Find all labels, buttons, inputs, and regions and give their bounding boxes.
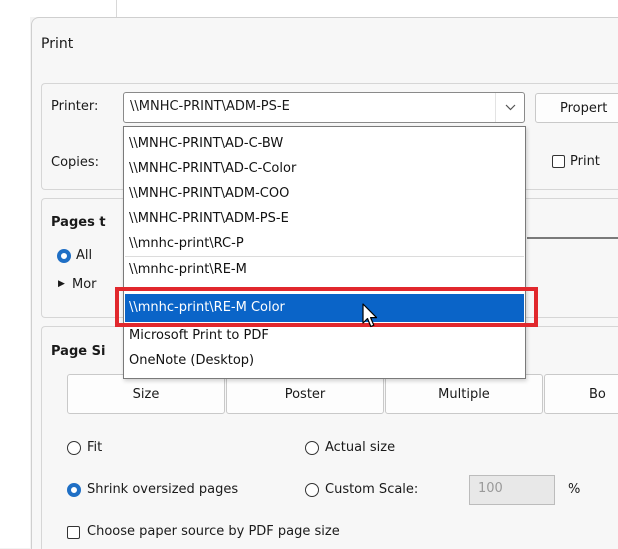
printer-select-value: \\MNHC-PRINT\ADM-PS-E [130, 99, 290, 114]
mouse-cursor-icon [362, 303, 378, 333]
tab-poster-label: Poster [284, 386, 326, 402]
printer-option[interactable]: \\MNHC-PRINT\ADM-PS-E [125, 207, 524, 230]
actual-size-label: Actual size [325, 440, 396, 455]
pages-title: Pages t [51, 215, 106, 230]
printer-option[interactable]: \\MNHC-PRINT\ADM-COO [125, 182, 524, 205]
custom-scale-input[interactable]: 100 [469, 475, 555, 505]
printer-option[interactable]: Microsoft Print to PDF [125, 324, 524, 347]
shrink-radio[interactable] [67, 483, 81, 497]
copies-label: Copies: [51, 155, 100, 170]
print-checkbox-label: Print [570, 154, 600, 169]
paper-source-checkbox[interactable] [67, 526, 80, 539]
pages-all-label: All [76, 248, 93, 263]
more-options-label[interactable]: Mor [72, 277, 97, 292]
chevron-down-icon[interactable] [495, 93, 524, 122]
background-divider [116, 0, 117, 17]
tab-size[interactable]: Size [67, 374, 225, 414]
properties-button[interactable]: Propert [535, 93, 618, 123]
background-window-edge [0, 0, 30, 548]
tab-size-label: Size [132, 386, 160, 402]
pages-all-radio[interactable] [57, 249, 71, 263]
percent-label: % [568, 482, 581, 497]
custom-scale-radio[interactable] [305, 483, 319, 497]
expand-triangle-icon[interactable]: ▶ [58, 279, 65, 289]
tab-multiple-label: Multiple [438, 386, 490, 402]
dropdown-separator [125, 256, 524, 257]
pages-range-underline [527, 237, 618, 239]
printer-option[interactable]: \\mnhc-print\RC-P [125, 232, 524, 255]
page-size-title: Page Si [51, 344, 106, 359]
actual-size-radio[interactable] [305, 441, 319, 455]
fit-label: Fit [87, 440, 103, 455]
printer-option[interactable]: \\MNHC-PRINT\AD-C-BW [125, 132, 524, 155]
paper-source-label: Choose paper source by PDF page size [87, 524, 340, 539]
background-window-top [30, 0, 618, 17]
printer-option[interactable]: OneNote (Desktop) [125, 349, 524, 372]
fit-radio[interactable] [67, 441, 81, 455]
printer-option[interactable]: \\mnhc-print\RE-M [125, 258, 524, 281]
tab-booklet[interactable]: Bo [544, 374, 618, 414]
properties-button-label: Propert [560, 100, 608, 116]
custom-scale-label: Custom Scale: [325, 482, 419, 497]
tab-booklet-label: Bo [589, 386, 606, 402]
printer-dropdown-list: \\MNHC-PRINT\AD-C-BW \\MNHC-PRINT\AD-C-C… [123, 126, 526, 379]
printer-option[interactable]: \\MNHC-PRINT\AD-C-Color [125, 157, 524, 180]
tab-multiple[interactable]: Multiple [385, 374, 543, 414]
print-checkbox[interactable] [552, 155, 565, 168]
tab-poster[interactable]: Poster [226, 374, 384, 414]
highlight-annotation-box [115, 287, 538, 327]
dialog-title: Print [41, 36, 74, 52]
printer-select[interactable]: \\MNHC-PRINT\ADM-PS-E [123, 92, 525, 123]
printer-label: Printer: [51, 99, 99, 114]
shrink-label: Shrink oversized pages [87, 482, 239, 497]
